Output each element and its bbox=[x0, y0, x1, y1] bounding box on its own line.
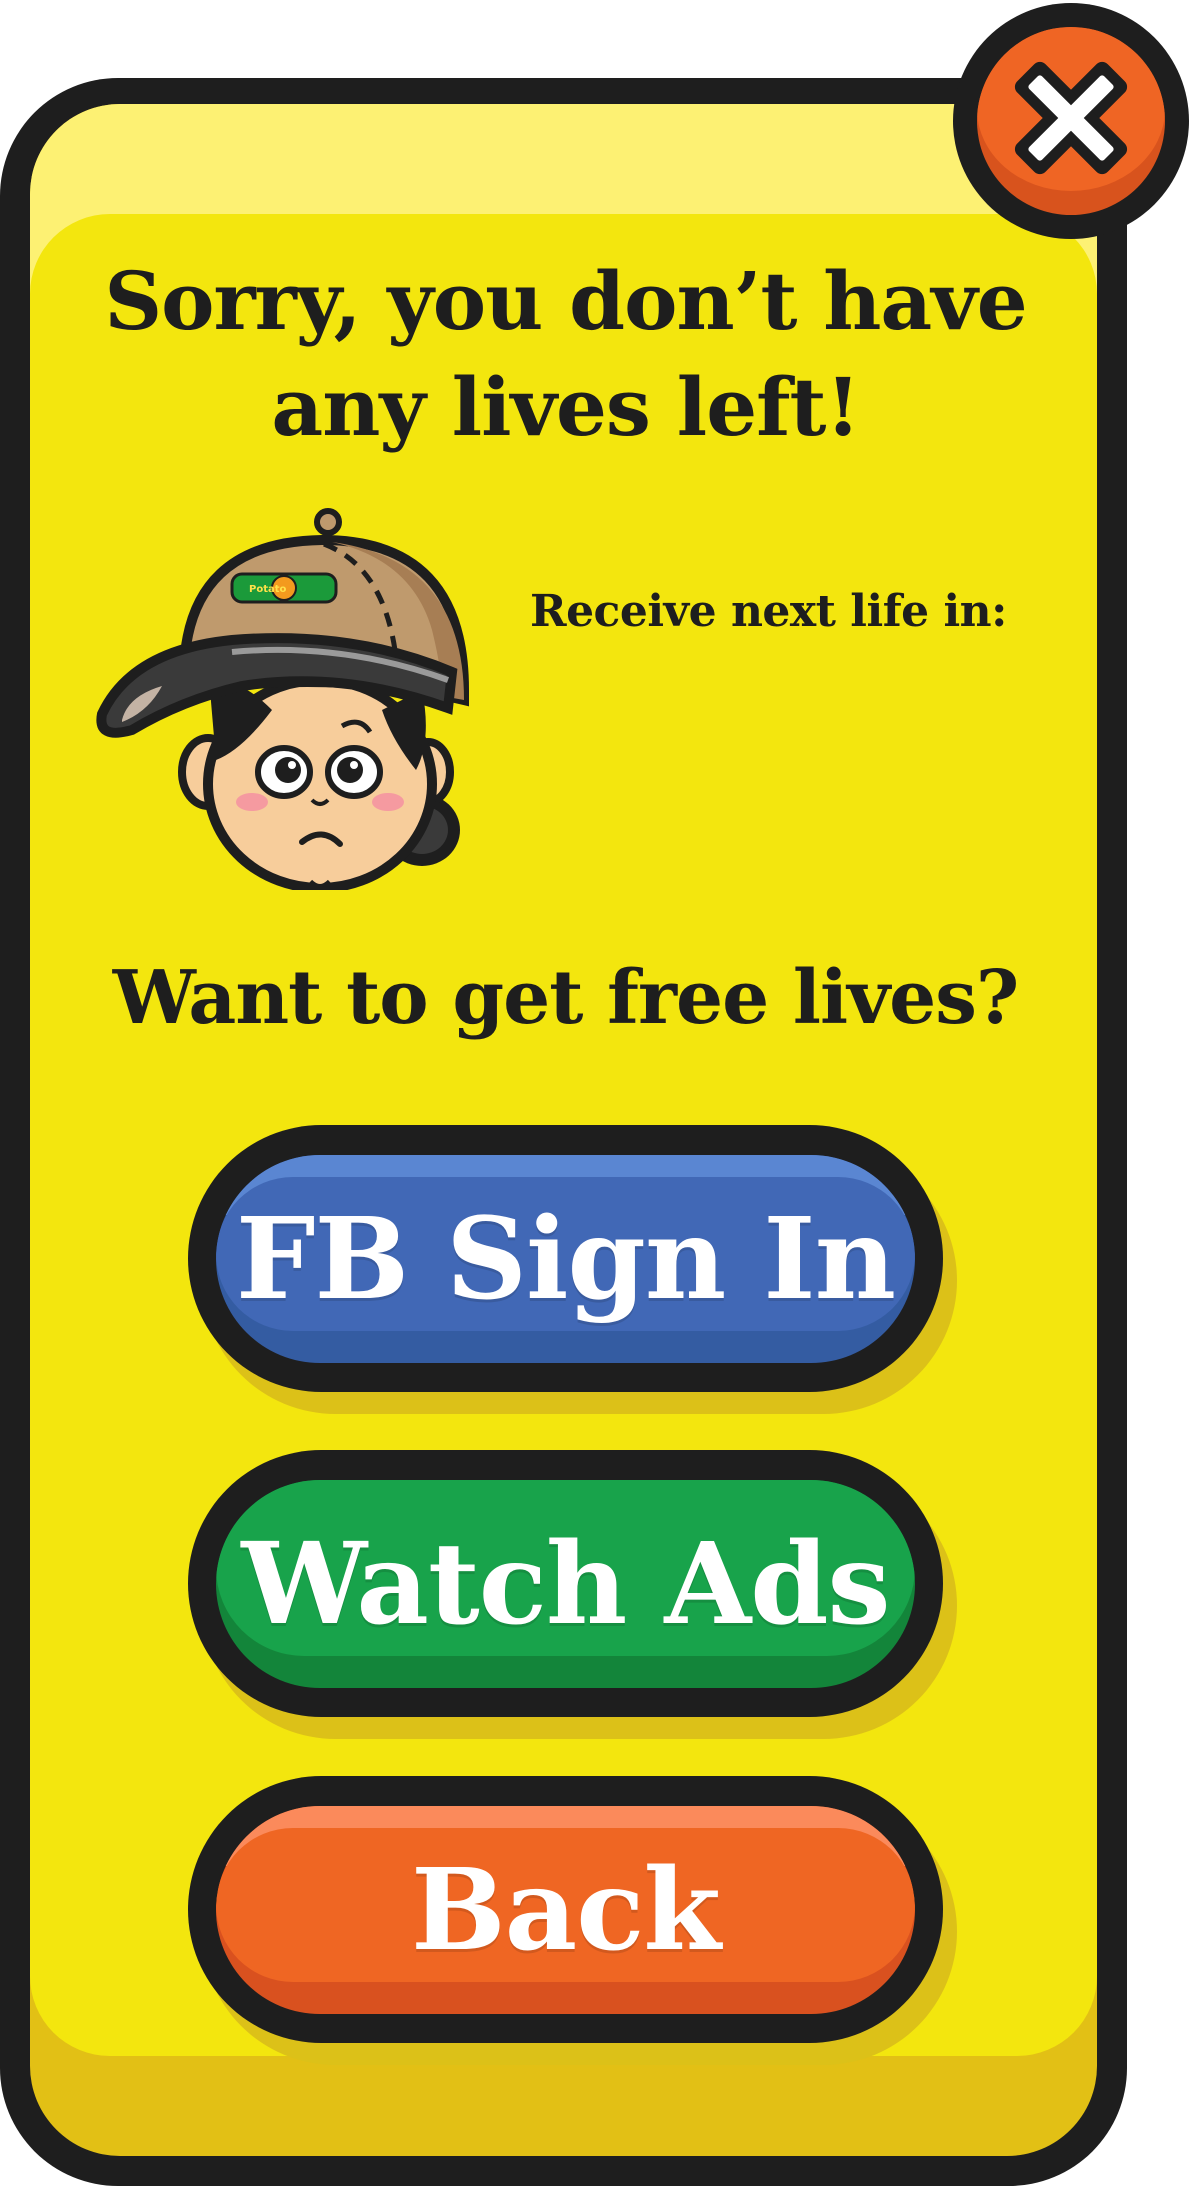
watch-ads-label: Watch Ads bbox=[241, 1518, 890, 1650]
close-icon bbox=[1014, 61, 1128, 175]
no-lives-title: Sorry, you don’t have any lives left! bbox=[104, 254, 1027, 454]
fb-sign-in-label: FB Sign In bbox=[235, 1193, 896, 1325]
close-button[interactable] bbox=[953, 3, 1189, 239]
sad-mascot-icon: Potato bbox=[96, 508, 469, 890]
watch-ads-button[interactable]: Watch Ads bbox=[188, 1450, 957, 1739]
next-life-label: Receive next life in: bbox=[530, 586, 1007, 637]
free-lives-question: Want to get free lives? bbox=[112, 955, 1020, 1041]
back-label: Back bbox=[410, 1844, 721, 1976]
back-button[interactable]: Back bbox=[188, 1776, 957, 2065]
cap-logo-text: Potato bbox=[249, 584, 287, 595]
fb-sign-in-button[interactable]: FB Sign In bbox=[188, 1125, 957, 1414]
